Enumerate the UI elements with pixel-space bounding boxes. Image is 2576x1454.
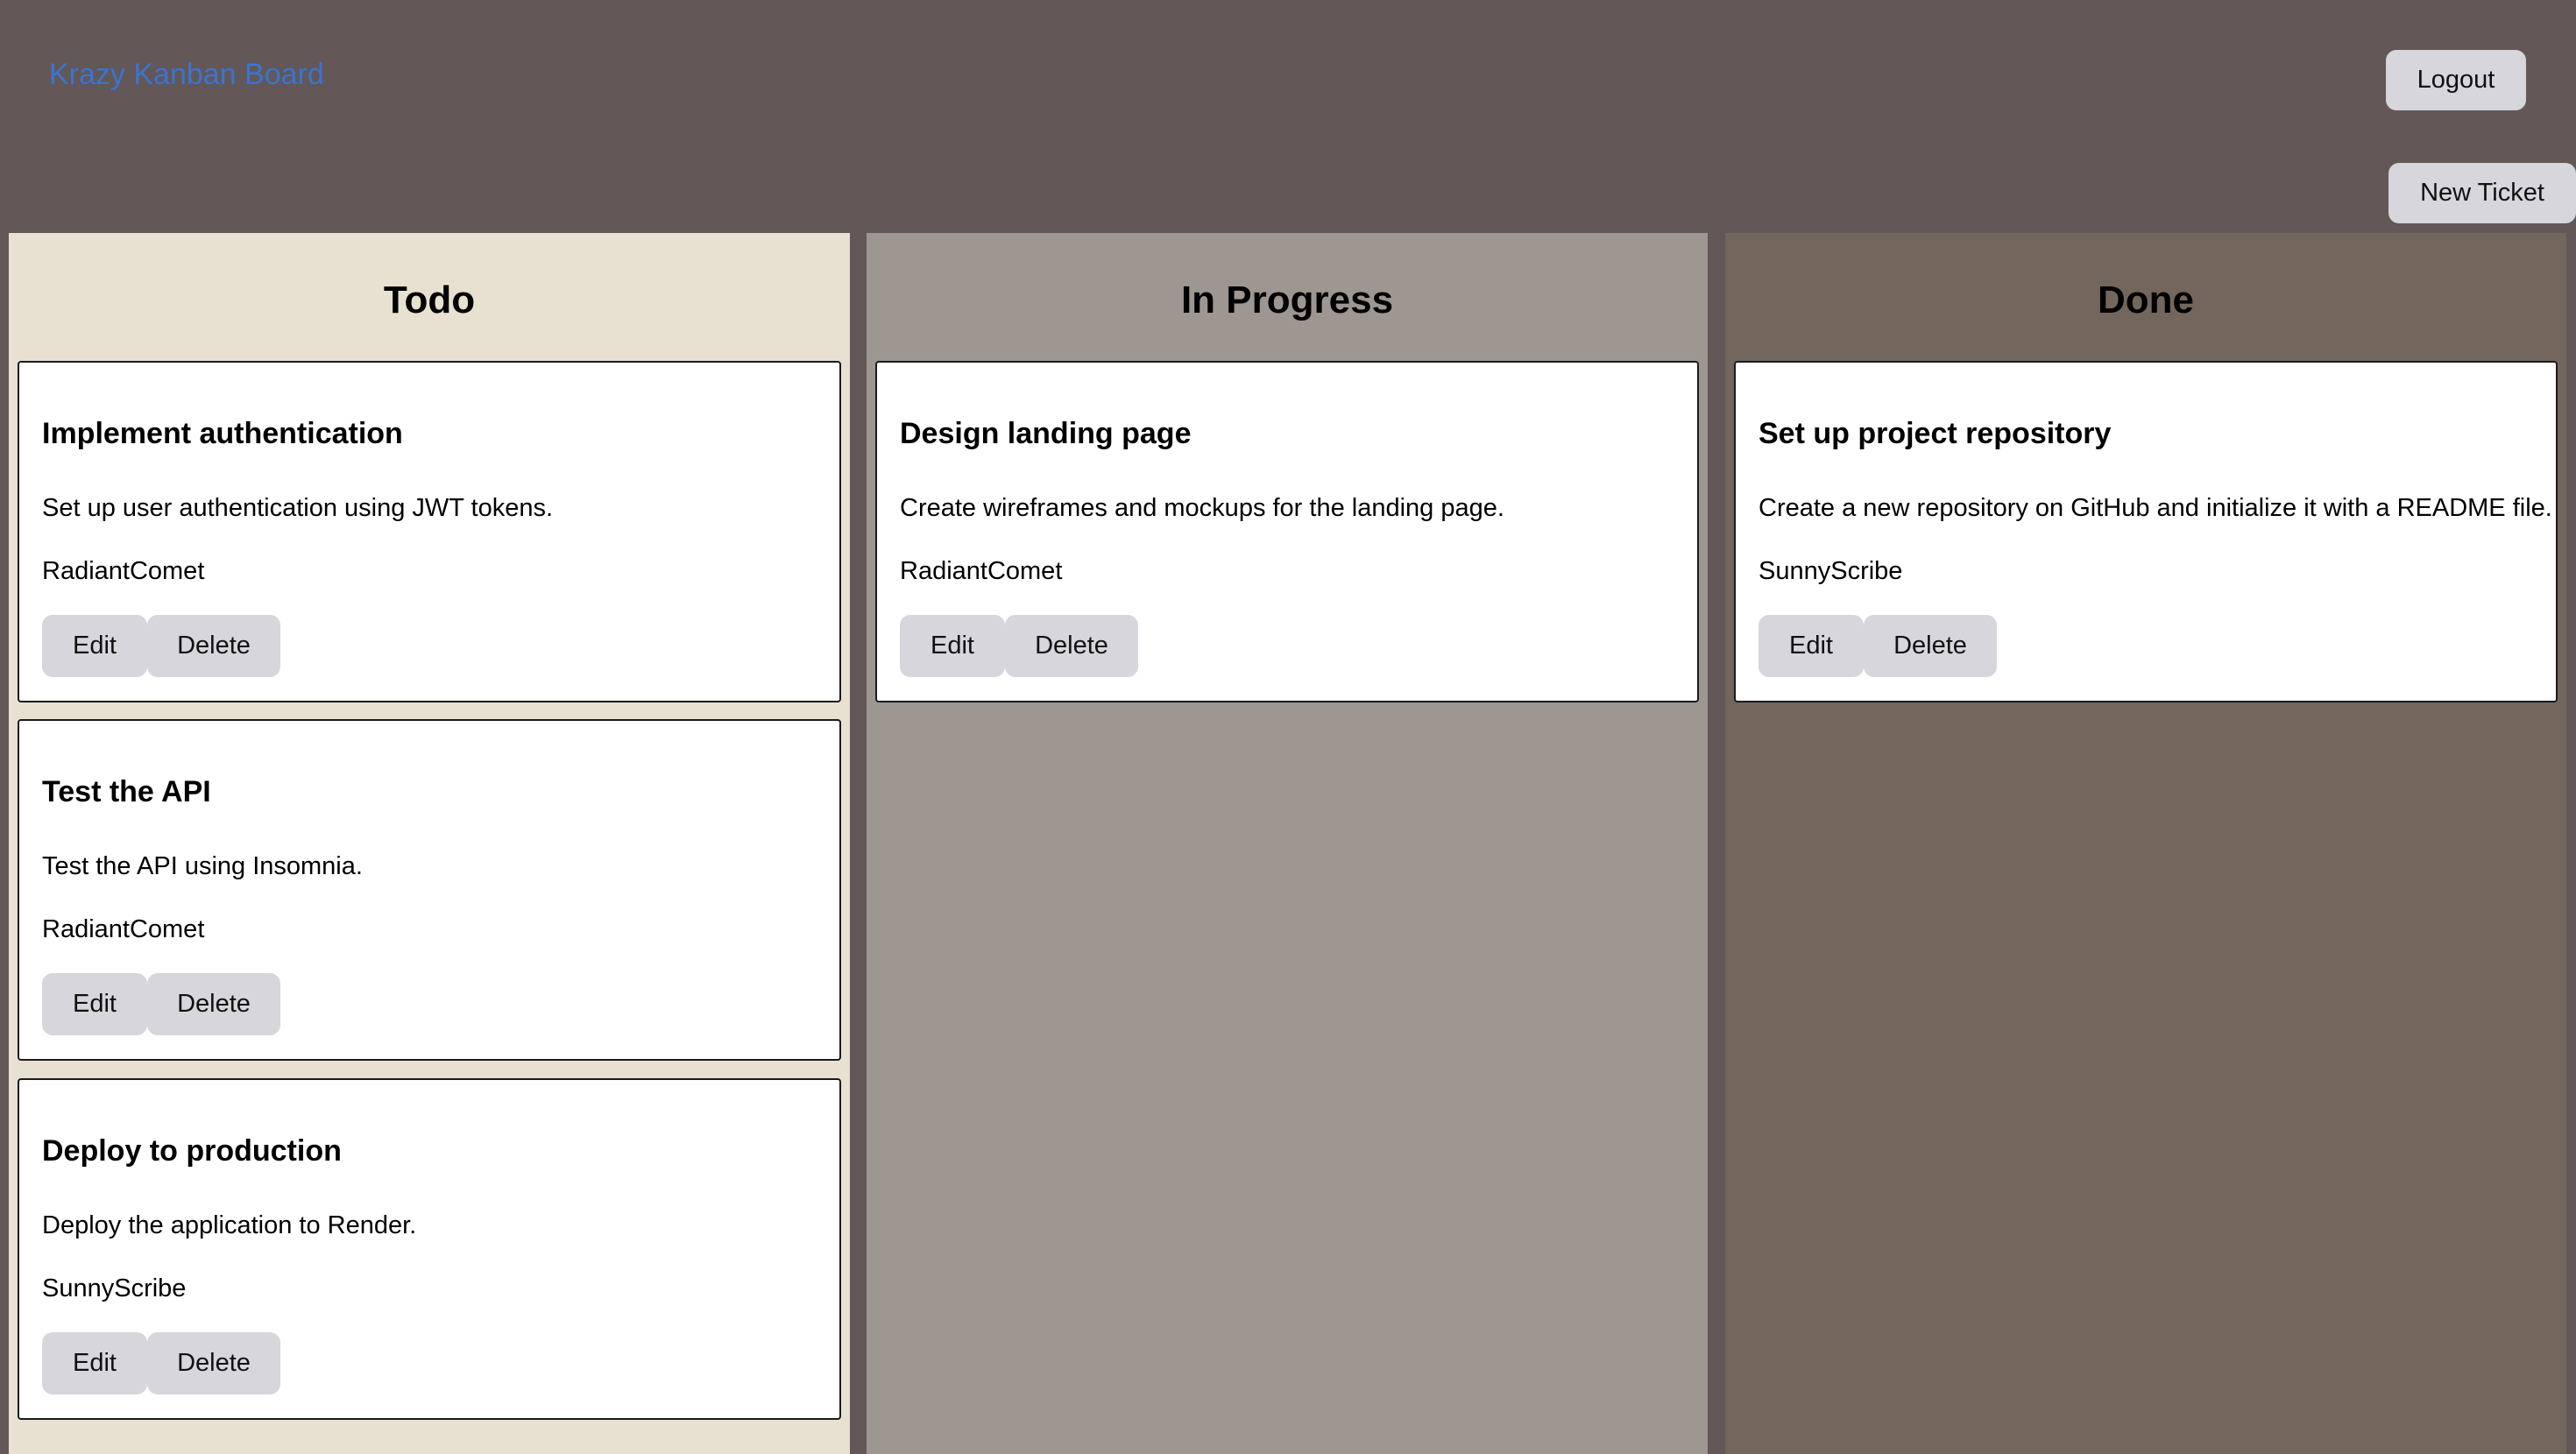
delete-button[interactable]: Delete bbox=[147, 973, 280, 1035]
column-title: Done bbox=[2098, 279, 2194, 321]
edit-button[interactable]: Edit bbox=[42, 615, 147, 677]
ticket-description: Deploy the application to Render. bbox=[42, 1211, 417, 1239]
column-todo: Todo Implement authentication Set up use… bbox=[9, 233, 850, 1454]
column-title: Todo bbox=[383, 279, 476, 321]
brand-link[interactable]: Krazy Kanban Board bbox=[49, 58, 324, 92]
ticket-description: Create wireframes and mockups for the la… bbox=[900, 494, 1504, 522]
ticket-title: Deploy to production bbox=[42, 1134, 342, 1168]
column-title: In Progress bbox=[1180, 279, 1394, 321]
delete-button[interactable]: Delete bbox=[147, 615, 280, 677]
edit-button[interactable]: Edit bbox=[900, 615, 1005, 677]
kanban-board: Todo Implement authentication Set up use… bbox=[9, 233, 2567, 1454]
ticket-title: Implement authentication bbox=[42, 417, 403, 450]
column-done: Done Set up project repository Create a … bbox=[1725, 233, 2566, 1454]
edit-button[interactable]: Edit bbox=[42, 973, 147, 1035]
app-header: Krazy Kanban Board Logout bbox=[0, 0, 2576, 166]
ticket-card: Implement authentication Set up user aut… bbox=[18, 361, 841, 702]
ticket-assignee: SunnyScribe bbox=[1759, 557, 1903, 585]
ticket-card: Set up project repository Create a new r… bbox=[1734, 361, 2558, 702]
edit-button[interactable]: Edit bbox=[42, 1332, 147, 1394]
ticket-title: Design landing page bbox=[900, 417, 1192, 450]
ticket-assignee: RadiantComet bbox=[42, 915, 205, 943]
ticket-card: Design landing page Create wireframes an… bbox=[875, 361, 1699, 702]
ticket-assignee: RadiantComet bbox=[42, 557, 205, 585]
new-ticket-button[interactable]: New Ticket bbox=[2388, 163, 2576, 223]
ticket-title: Set up project repository bbox=[1759, 417, 2112, 450]
ticket-card: Test the API Test the API using Insomnia… bbox=[18, 719, 841, 1061]
delete-button[interactable]: Delete bbox=[1005, 615, 1138, 677]
ticket-description: Set up user authentication using JWT tok… bbox=[42, 494, 554, 522]
ticket-assignee: RadiantComet bbox=[900, 557, 1063, 585]
delete-button[interactable]: Delete bbox=[1864, 615, 1997, 677]
ticket-description: Create a new repository on GitHub and in… bbox=[1759, 494, 2552, 522]
ticket-description: Test the API using Insomnia. bbox=[42, 852, 363, 880]
ticket-assignee: SunnyScribe bbox=[42, 1274, 187, 1302]
ticket-title: Test the API bbox=[42, 775, 211, 808]
column-in-progress: In Progress Design landing page Create w… bbox=[867, 233, 1708, 1454]
delete-button[interactable]: Delete bbox=[147, 1332, 280, 1394]
logout-button[interactable]: Logout bbox=[2386, 50, 2526, 110]
edit-button[interactable]: Edit bbox=[1759, 615, 1864, 677]
ticket-card: Deploy to production Deploy the applicat… bbox=[18, 1078, 841, 1420]
